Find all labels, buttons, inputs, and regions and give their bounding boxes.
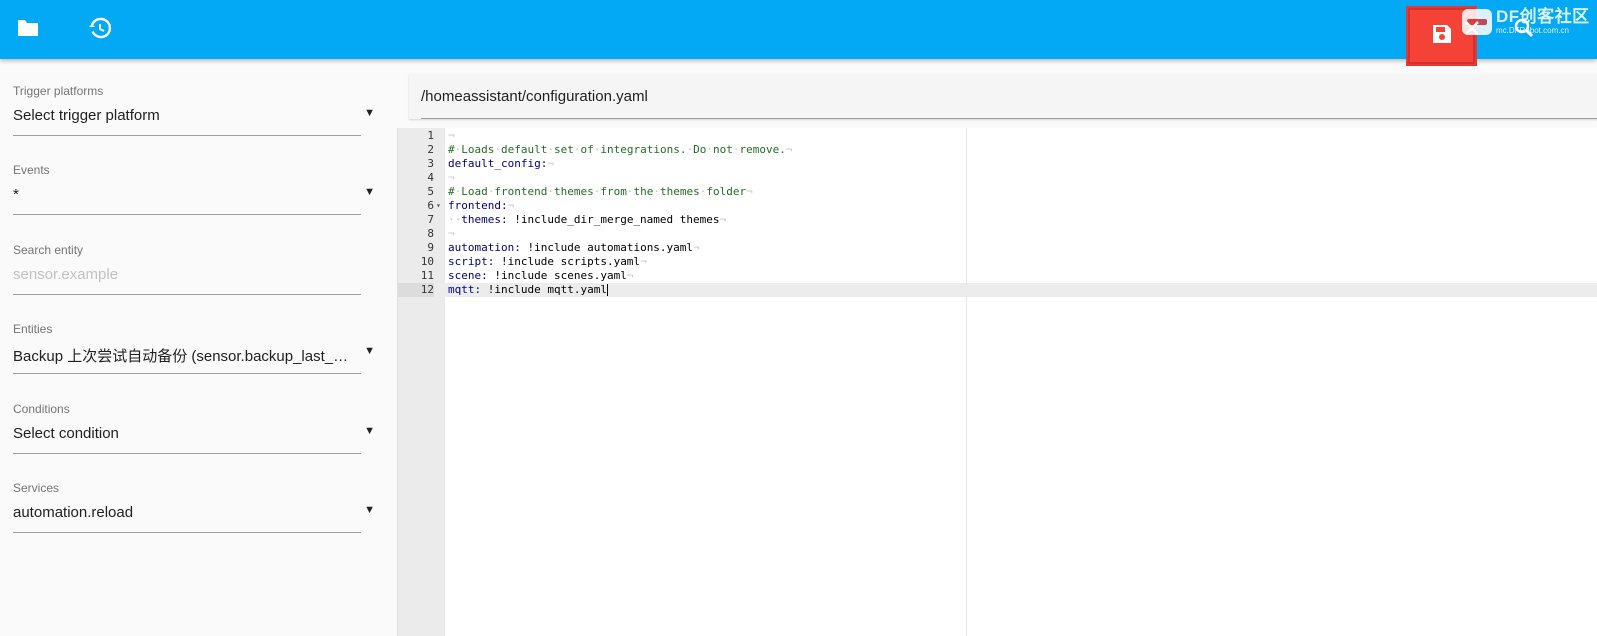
field-value[interactable]: Select condition <box>13 425 349 442</box>
events-select[interactable]: Events * ▼ <box>13 163 375 225</box>
field-label: Entities <box>13 322 53 336</box>
field-value[interactable]: automation.reload <box>13 504 349 521</box>
dropdown-arrow-icon[interactable]: ▼ <box>364 425 375 437</box>
line-number: 1 <box>427 129 434 142</box>
line-number: 6 <box>427 199 434 212</box>
dropdown-arrow-icon[interactable]: ▼ <box>364 186 375 198</box>
code-line[interactable]: 12 mqtt: !include mqtt.yaml <box>398 283 1597 297</box>
file-path-underline <box>421 118 1597 119</box>
search-entity-input[interactable]: Search entity sensor.example <box>13 243 361 305</box>
code-text[interactable]: ¬ <box>448 227 455 241</box>
line-number: 10 <box>420 255 434 268</box>
field-underline <box>13 532 361 533</box>
code-text[interactable]: ··themes: !include_dir_merge_named theme… <box>448 213 726 227</box>
line-number: 7 <box>427 213 434 226</box>
conditions-select[interactable]: Conditions Select condition ▼ <box>13 402 375 464</box>
field-value[interactable]: * <box>13 186 349 203</box>
field-underline <box>13 135 361 136</box>
code-line[interactable]: 11 scene: !include scenes.yaml¬ <box>398 269 1597 283</box>
code-text[interactable]: #·Loads·default·set·of·integrations.·Do·… <box>448 143 792 157</box>
watermark-subtitle: mc.DFRobot.com.cn <box>1496 26 1569 35</box>
code-line[interactable]: 9 automation: !include automations.yaml¬ <box>398 241 1597 255</box>
trigger-platform-select[interactable]: Trigger platforms Select trigger platfor… <box>13 84 375 146</box>
code-line[interactable]: 4 ¬ <box>398 171 1597 185</box>
line-number: 5 <box>427 185 434 198</box>
code-line[interactable]: 8 ¬ <box>398 227 1597 241</box>
line-number: 11 <box>420 269 434 282</box>
code-line[interactable]: 7 ··themes: !include_dir_merge_named them… <box>398 213 1597 227</box>
line-number: 2 <box>427 143 434 156</box>
close-icon[interactable] <box>1460 16 1484 40</box>
line-number: 9 <box>427 241 434 254</box>
code-line[interactable]: 10 script: !include scripts.yaml¬ <box>398 255 1597 269</box>
code-text[interactable]: script: !include scripts.yaml¬ <box>448 255 647 269</box>
sidebar: Trigger platforms Select trigger platfor… <box>0 59 397 636</box>
code-editor[interactable]: 1 ¬ 2 #·Loads·default·set·of·integrations.·… <box>397 128 1597 636</box>
field-label: Conditions <box>13 402 70 416</box>
field-underline <box>13 214 361 215</box>
top-toolbar: DF创客社区 mc.DFRobot.com.cn <box>0 0 1597 66</box>
line-number: 3 <box>427 157 434 170</box>
code-text[interactable]: mqtt: !include mqtt.yaml <box>448 283 608 297</box>
field-label: Trigger platforms <box>13 84 104 98</box>
entities-select[interactable]: Entities Backup 上次尝试自动备份 (sensor.backup_… <box>13 322 375 384</box>
dropdown-arrow-icon[interactable]: ▼ <box>364 345 375 357</box>
code-text[interactable]: #·Load·frontend·themes·from·the·themes·f… <box>448 185 753 199</box>
field-underline <box>13 294 361 295</box>
code-text[interactable]: scene: !include scenes.yaml¬ <box>448 269 633 283</box>
save-icon <box>1431 23 1453 50</box>
dropdown-arrow-icon[interactable]: ▼ <box>364 107 375 119</box>
code-line[interactable]: 6 ▾ frontend:¬ <box>398 199 1597 213</box>
watermark-title: DF创客社区 <box>1496 7 1590 26</box>
field-underline <box>13 373 361 374</box>
history-icon[interactable] <box>86 14 114 42</box>
code-text[interactable]: default_config:¬ <box>448 157 554 171</box>
search-entity-placeholder[interactable]: sensor.example <box>13 266 349 283</box>
field-underline <box>13 453 361 454</box>
field-label: Services <box>13 481 60 495</box>
code-line[interactable]: 5 #·Load·frontend·themes·from·the·themes·… <box>398 185 1597 199</box>
line-number: 4 <box>427 171 434 184</box>
code-line[interactable]: 2 #·Loads·default·set·of·integrations.·Do… <box>398 143 1597 157</box>
field-value[interactable]: Select trigger platform <box>13 107 349 124</box>
code-text[interactable]: frontend:¬ <box>448 199 514 213</box>
file-path-bar: /homeassistant/configuration.yaml <box>409 74 1597 119</box>
field-value[interactable]: Backup 上次尝试自动备份 (sensor.backup_last_atte… <box>13 345 349 366</box>
line-number: 12 <box>398 283 434 297</box>
code-line[interactable]: 1 ¬ <box>398 129 1597 143</box>
code-text[interactable]: automation: !include automations.yaml¬ <box>448 241 700 255</box>
services-select[interactable]: Services automation.reload ▼ <box>13 481 375 543</box>
line-number: 8 <box>427 227 434 240</box>
fold-toggle-icon[interactable]: ▾ <box>436 199 441 213</box>
code-line[interactable]: 3 default_config:¬ <box>398 157 1597 171</box>
field-label: Events <box>13 163 50 177</box>
code-text[interactable]: ¬ <box>448 129 455 143</box>
search-icon[interactable] <box>1512 16 1536 40</box>
code-text[interactable]: ¬ <box>448 171 455 185</box>
dropdown-arrow-icon[interactable]: ▼ <box>364 504 375 516</box>
folder-icon[interactable] <box>14 14 42 42</box>
field-label: Search entity <box>13 243 84 257</box>
file-path: /homeassistant/configuration.yaml <box>421 88 648 105</box>
